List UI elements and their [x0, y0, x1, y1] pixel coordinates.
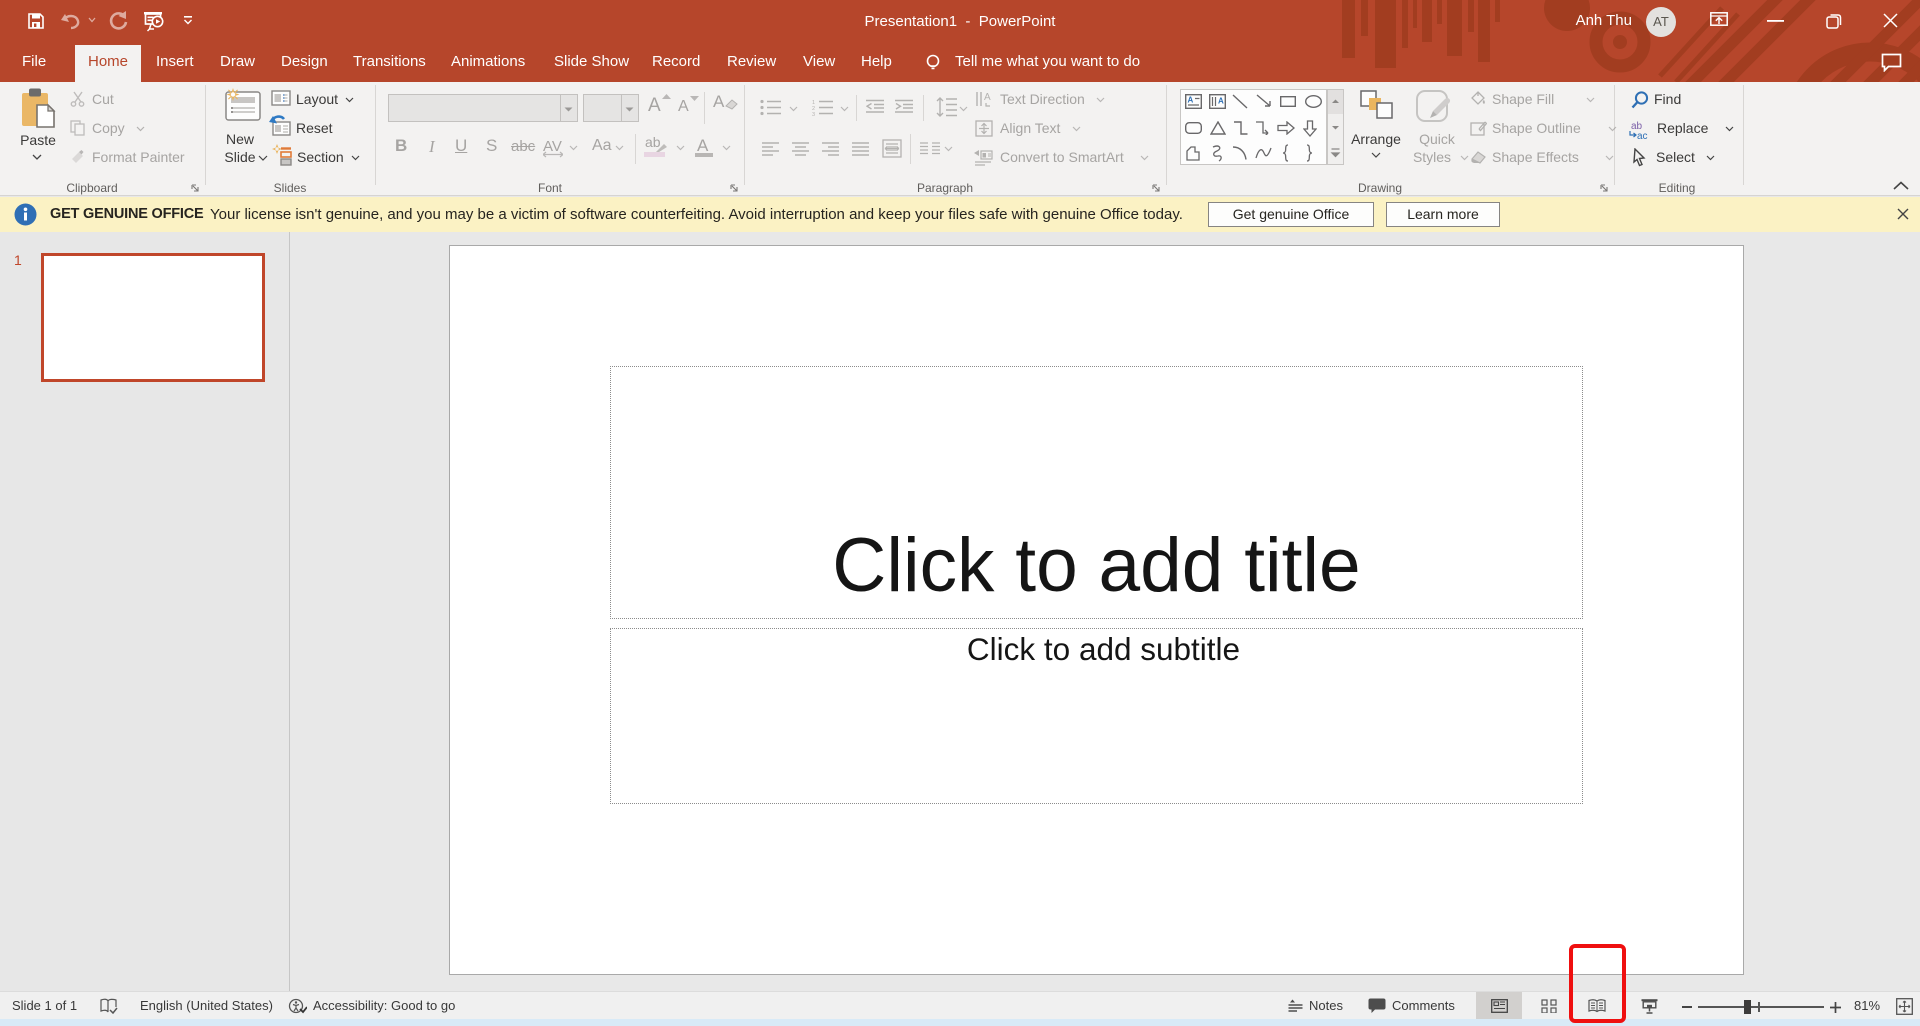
svg-text:ac: ac [1637, 131, 1648, 140]
svg-text:A: A [984, 92, 991, 103]
svg-text:3: 3 [812, 112, 815, 116]
svg-text:A: A [1218, 97, 1224, 106]
svg-text:A: A [1188, 96, 1194, 105]
